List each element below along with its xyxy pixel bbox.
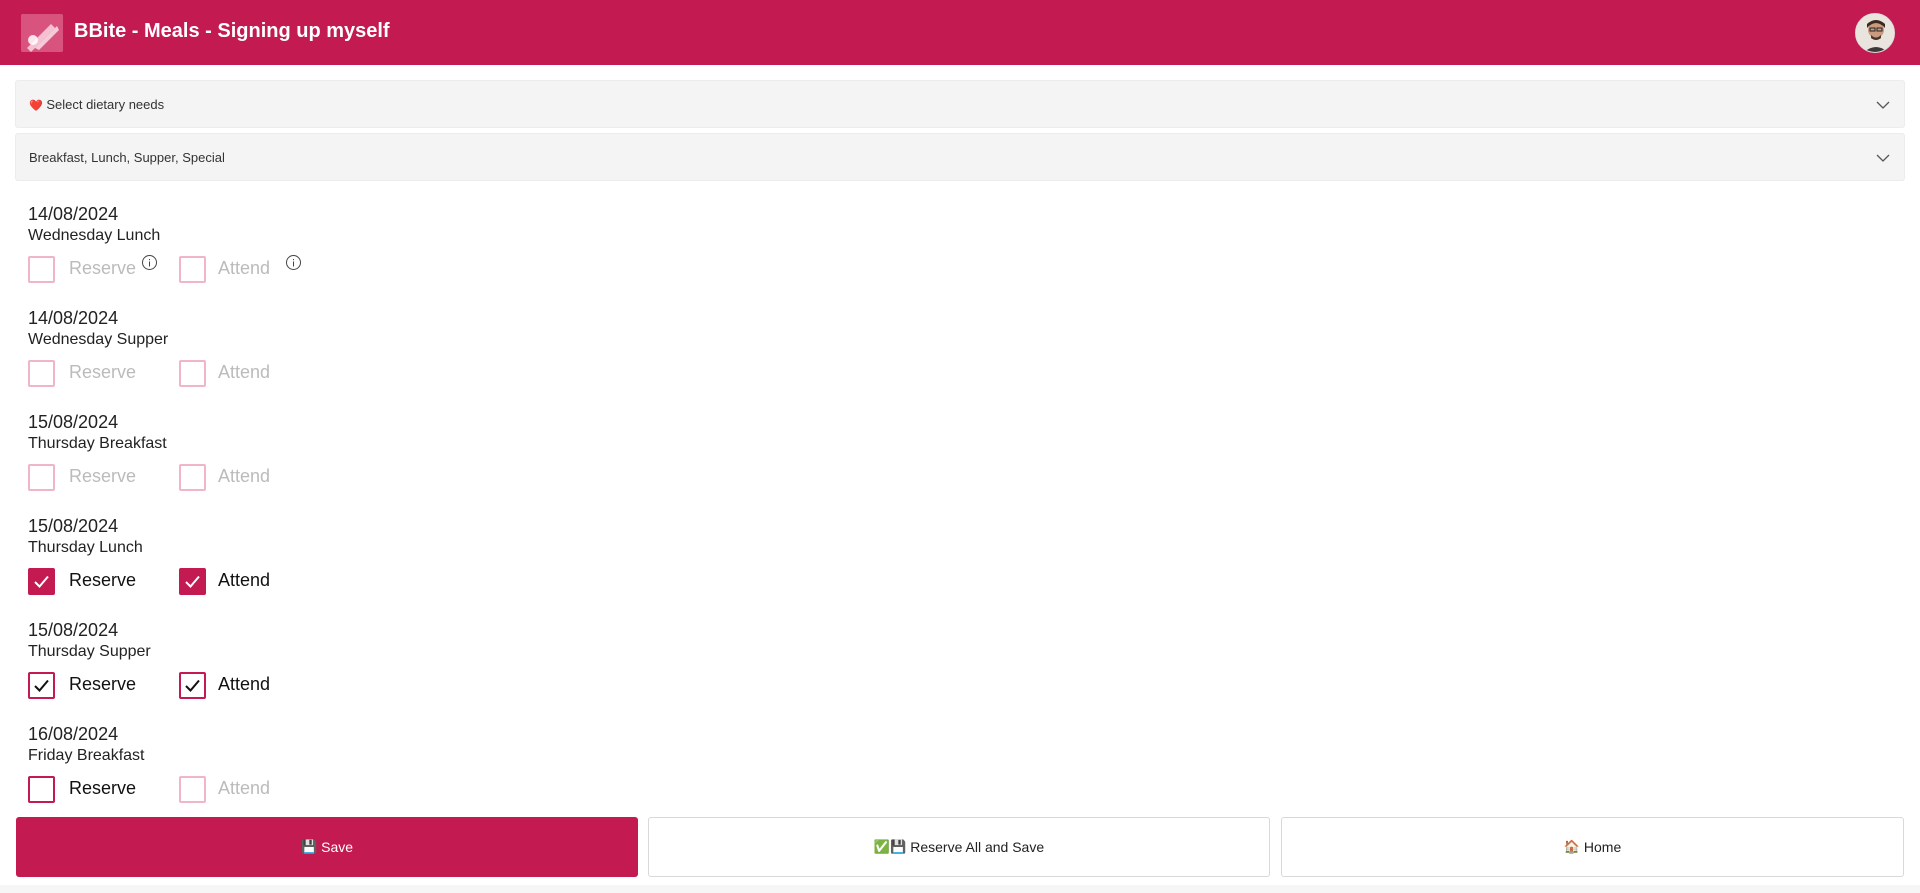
attend-label: Attend: [218, 778, 271, 798]
floppy-disk-icon: 💾: [300, 839, 318, 854]
save-button-label: Save: [321, 839, 354, 855]
reserve-checkbox[interactable]: [28, 256, 55, 283]
reserve-all-button-label: Reserve All and Save: [910, 839, 1045, 855]
meal-item: 15/08/2024 Thursday Lunch Reserve Attend: [28, 516, 270, 595]
meal-date: 15/08/2024: [28, 620, 119, 640]
reserve-checkbox[interactable]: [28, 776, 55, 803]
reserve-checkbox[interactable]: [28, 360, 55, 387]
heart-icon: ❤️: [29, 100, 43, 112]
save-button[interactable]: 💾 Save: [16, 817, 638, 877]
attend-checkbox[interactable]: [179, 256, 206, 283]
meal-name: Thursday Breakfast: [28, 435, 167, 452]
meal-date: 15/08/2024: [28, 412, 119, 432]
chevron-down-icon[interactable]: [1875, 150, 1891, 166]
reserve-all-and-save-button[interactable]: ✅💾 Reserve All and Save: [648, 817, 1270, 877]
reserve-label: Reserve: [69, 778, 137, 798]
user-avatar[interactable]: [1855, 13, 1895, 53]
meal-name: Thursday Lunch: [28, 539, 143, 556]
checkmark-icon: [34, 575, 49, 588]
checkmark-icon: [185, 679, 200, 692]
reserve-checkbox[interactable]: [28, 568, 55, 595]
meal-item: 15/08/2024 Thursday Supper Reserve Atten…: [28, 620, 270, 699]
reserve-label: Reserve: [69, 258, 137, 278]
meal-name: Wednesday Supper: [28, 331, 169, 348]
info-icon[interactable]: [141, 254, 158, 271]
info-icon[interactable]: [285, 254, 302, 271]
meal-date: 14/08/2024: [28, 308, 119, 328]
reserve-label: Reserve: [69, 570, 137, 590]
attend-label: Attend: [218, 674, 271, 694]
attend-checkbox[interactable]: [179, 360, 206, 387]
attend-label: Attend: [218, 362, 271, 382]
meal-name: Wednesday Lunch: [28, 227, 161, 244]
footer-divider: [0, 885, 1920, 893]
checkmark-icon: [34, 679, 49, 692]
app-title: BBite - Meals - Signing up myself: [74, 20, 390, 42]
attend-checkbox[interactable]: [179, 464, 206, 491]
meal-types-panel[interactable]: Breakfast, Lunch, Supper, Special: [15, 133, 1905, 181]
reserve-label: Reserve: [69, 362, 137, 382]
dietary-needs-panel[interactable]: ❤️ Select dietary needs: [15, 80, 1905, 128]
check-and-floppy-icon: ✅💾: [873, 839, 907, 854]
meal-name: Friday Breakfast: [28, 747, 145, 764]
meal-date: 14/08/2024: [28, 204, 119, 224]
home-icon: 🏠: [1563, 839, 1580, 854]
meal-name: Thursday Supper: [28, 643, 151, 660]
attend-label: Attend: [218, 466, 271, 486]
app-header: BBite - Meals - Signing up myself: [0, 0, 1920, 65]
attend-checkbox[interactable]: [179, 776, 206, 803]
meal-item: 15/08/2024 Thursday Breakfast Reserve At…: [28, 412, 270, 491]
attend-label: Attend: [218, 570, 271, 590]
attend-checkbox[interactable]: [179, 672, 206, 699]
attend-checkbox[interactable]: [179, 568, 206, 595]
chevron-down-icon[interactable]: [1875, 97, 1891, 113]
reserve-label: Reserve: [69, 674, 137, 694]
reserve-label: Reserve: [69, 466, 137, 486]
meal-types-label: Breakfast, Lunch, Supper, Special: [29, 150, 225, 165]
home-button[interactable]: 🏠 Home: [1281, 817, 1904, 877]
meal-date: 15/08/2024: [28, 516, 119, 536]
home-button-label: Home: [1583, 839, 1622, 855]
meal-item: 14/08/2024 Wednesday Lunch Reserve Atten…: [28, 204, 301, 283]
attend-label: Attend: [218, 258, 271, 278]
reserve-checkbox[interactable]: [28, 672, 55, 699]
checkmark-icon: [185, 575, 200, 588]
meal-item: 16/08/2024 Friday Breakfast Reserve Atte…: [28, 724, 270, 803]
meal-date: 16/08/2024: [28, 724, 119, 744]
dietary-needs-label: Select dietary needs: [46, 97, 165, 112]
app-logo-icon: [21, 14, 63, 52]
meal-item: 14/08/2024 Wednesday Supper Reserve Atte…: [28, 308, 270, 387]
reserve-checkbox[interactable]: [28, 464, 55, 491]
